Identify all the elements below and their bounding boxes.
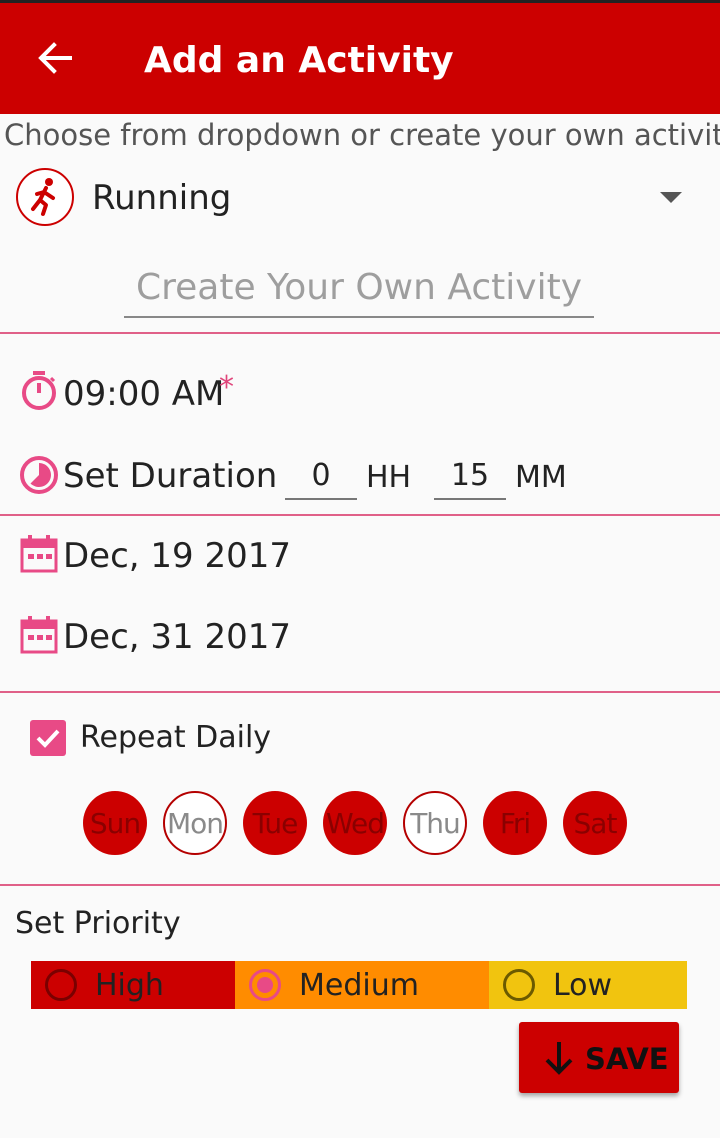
checkmark-icon xyxy=(36,729,60,748)
activity-dropdown[interactable]: Running xyxy=(92,172,708,228)
radio-checked-icon xyxy=(249,969,281,1001)
duration-hours-input[interactable] xyxy=(285,452,357,500)
arrow-left-icon xyxy=(38,42,72,74)
duration-minutes-input[interactable] xyxy=(434,452,506,500)
divider xyxy=(0,691,720,693)
priority-low-option[interactable]: Low xyxy=(489,961,687,1009)
activity-selected-value: Running xyxy=(92,178,232,218)
timer-icon xyxy=(22,371,56,410)
minutes-unit-label: MM xyxy=(515,460,567,495)
day-toggle-sun[interactable]: Sun xyxy=(83,791,147,855)
end-date-field[interactable]: Dec, 31 2017 xyxy=(63,617,291,657)
calendar-icon xyxy=(20,616,58,654)
priority-label: High xyxy=(95,968,164,1003)
repeat-daily-label: Repeat Daily xyxy=(80,720,272,755)
app-bar: Add an Activity xyxy=(0,0,720,114)
day-toggle-thu[interactable]: Thu xyxy=(403,791,467,855)
day-toggle-tue[interactable]: Tue xyxy=(243,791,307,855)
page-title: Add an Activity xyxy=(144,40,454,81)
divider xyxy=(0,332,720,334)
radio-unchecked-icon xyxy=(45,969,77,1001)
priority-label: Medium xyxy=(299,968,419,1003)
required-mark: * xyxy=(219,370,234,405)
radio-unchecked-icon xyxy=(503,969,535,1001)
duration-label: Set Duration xyxy=(63,456,278,496)
save-button[interactable]: SAVE xyxy=(519,1022,679,1093)
start-time-value: 09:00 AM xyxy=(63,374,225,414)
divider xyxy=(0,884,720,886)
divider xyxy=(0,514,720,516)
day-toggle-fri[interactable]: Fri xyxy=(483,791,547,855)
activity-hint: Choose from dropdown or create your own … xyxy=(4,118,720,152)
day-toggle-wed[interactable]: Wed xyxy=(323,791,387,855)
priority-title: Set Priority xyxy=(15,906,181,941)
back-button[interactable] xyxy=(30,33,80,83)
pie-timer-icon xyxy=(20,456,58,494)
priority-medium-option[interactable]: Medium xyxy=(235,961,489,1009)
save-button-label: SAVE xyxy=(585,1042,669,1076)
priority-high-option[interactable]: High xyxy=(31,961,235,1009)
priority-label: Low xyxy=(553,968,613,1003)
day-toggle-sat[interactable]: Sat xyxy=(563,791,627,855)
chevron-down-icon xyxy=(660,192,682,203)
calendar-icon xyxy=(20,535,58,573)
start-date-field[interactable]: Dec, 19 2017 xyxy=(63,536,291,576)
repeat-daily-checkbox[interactable] xyxy=(30,720,66,756)
arrow-down-icon xyxy=(545,1042,573,1075)
custom-activity-input[interactable] xyxy=(124,258,594,318)
day-toggle-mon[interactable]: Mon xyxy=(163,791,227,855)
hours-unit-label: HH xyxy=(366,460,412,495)
running-icon xyxy=(16,168,74,226)
